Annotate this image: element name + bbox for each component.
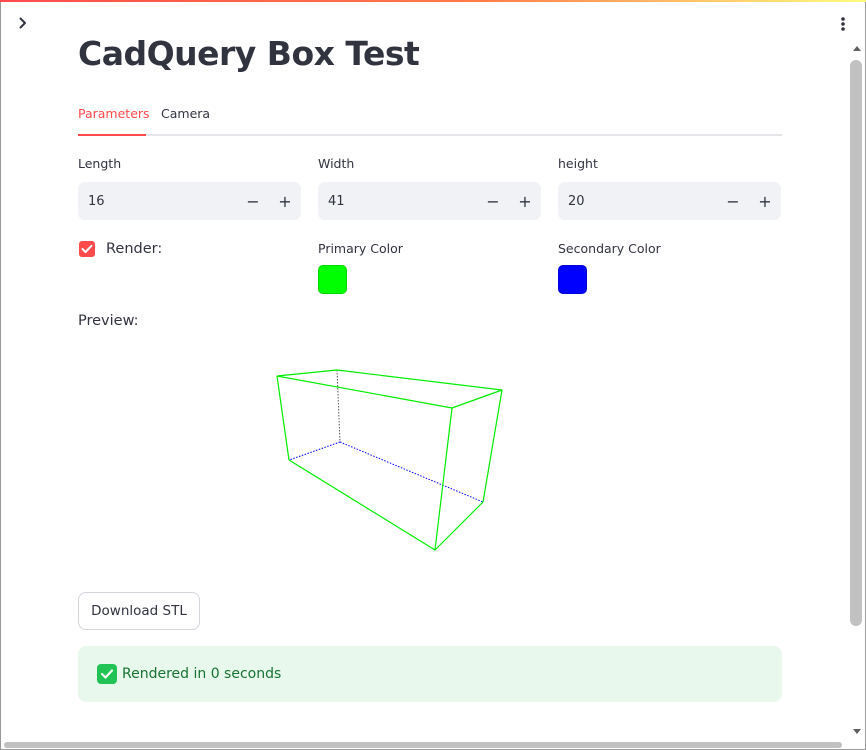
box-wireframe	[276, 369, 503, 551]
hidden-edge-left	[288, 441, 341, 461]
height-value[interactable]: 20	[558, 194, 717, 209]
secondary-color-label: Secondary Color	[558, 241, 661, 256]
tab-camera[interactable]: Camera	[161, 106, 210, 121]
length-decrement-button[interactable]: −	[237, 182, 269, 220]
width-value[interactable]: 41	[318, 194, 477, 209]
height-increment-button[interactable]: +	[749, 182, 781, 220]
vertical-scrollbar-thumb[interactable]	[850, 60, 862, 626]
vertical-dots-icon	[841, 17, 845, 31]
download-stl-button[interactable]: Download STL	[78, 592, 200, 630]
horizontal-scrollbar-thumb[interactable]	[4, 742, 842, 748]
render-checkbox-label: Render:	[106, 241, 163, 257]
render-checkbox[interactable]	[79, 241, 95, 257]
chevron-right-icon	[19, 17, 26, 29]
length-label: Length	[78, 156, 122, 171]
tab-bar-divider	[78, 134, 782, 136]
active-tab-indicator	[78, 134, 146, 136]
hidden-edge-bottom	[339, 441, 484, 503]
sidebar-toggle-button[interactable]	[14, 14, 32, 32]
primary-color-label: Primary Color	[318, 241, 403, 256]
preview-viewport[interactable]	[78, 340, 782, 580]
render-checkbox-row[interactable]: Render:	[79, 241, 162, 257]
decoration-bar	[0, 0, 866, 2]
tab-bar: Parameters Camera	[78, 100, 782, 137]
width-increment-button[interactable]: +	[509, 182, 541, 220]
width-label: Width	[318, 156, 355, 171]
success-alert: Rendered in 0 seconds	[78, 646, 782, 702]
page-title: CadQuery Box Test	[78, 34, 420, 73]
primary-color-swatch[interactable]	[318, 265, 347, 294]
height-label: height	[558, 156, 598, 171]
status-text: Rendered in 0 seconds	[122, 666, 282, 682]
length-input[interactable]: 16 − +	[78, 182, 301, 220]
scroll-up-arrow[interactable]	[853, 46, 861, 51]
preview-label: Preview:	[78, 313, 139, 329]
main-menu-button[interactable]	[834, 14, 852, 34]
hidden-edge-vertical	[336, 369, 341, 443]
height-decrement-button[interactable]: −	[717, 182, 749, 220]
length-increment-button[interactable]: +	[269, 182, 301, 220]
width-input[interactable]: 41 − +	[318, 182, 541, 220]
checkmark-icon	[81, 244, 93, 253]
height-input[interactable]: 20 − +	[558, 182, 781, 220]
scroll-down-arrow[interactable]	[853, 729, 861, 734]
width-decrement-button[interactable]: −	[477, 182, 509, 220]
checkmark-square-icon	[97, 664, 117, 684]
length-value[interactable]: 16	[78, 194, 237, 209]
visible-edges	[276, 369, 503, 551]
tab-parameters[interactable]: Parameters	[78, 106, 150, 121]
secondary-color-swatch[interactable]	[558, 265, 587, 294]
